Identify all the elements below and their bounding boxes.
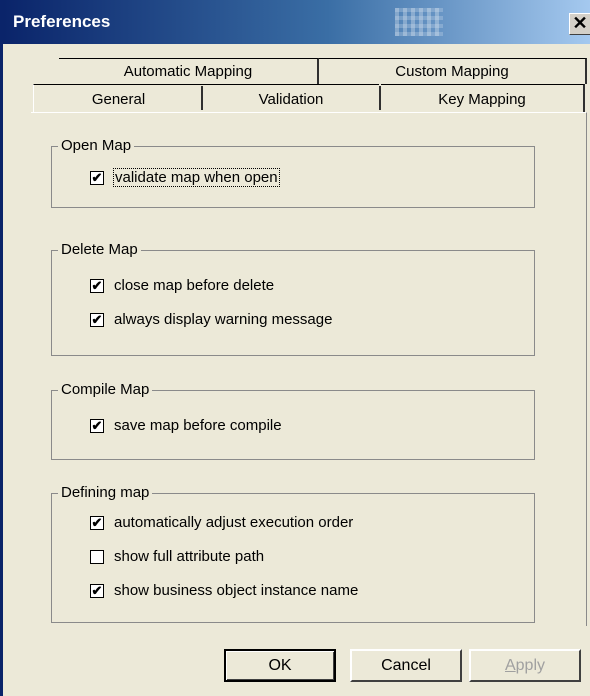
group-title: Compile Map — [58, 381, 153, 398]
group-title: Open Map — [58, 137, 135, 154]
warning-message-checkbox[interactable]: ✔ — [90, 313, 104, 327]
check-icon: ✔ — [91, 170, 103, 185]
adjust-execution-order-checkbox[interactable]: ✔ — [90, 516, 104, 530]
check-icon: ✔ — [91, 583, 103, 598]
tab-validation[interactable]: Validation — [203, 84, 379, 112]
title-bar[interactable]: Preferences ✕ — [3, 0, 590, 44]
check-icon: ✔ — [91, 312, 103, 327]
ok-button[interactable]: OK — [224, 649, 336, 682]
group-defining-map: Defining map ✔ automatically adjust exec… — [51, 484, 535, 623]
close-map-checkbox[interactable]: ✔ — [90, 279, 104, 293]
validate-map-checkbox[interactable]: ✔ — [90, 171, 104, 185]
close-button[interactable]: ✕ — [569, 13, 590, 35]
check-icon: ✔ — [91, 515, 103, 530]
group-title: Defining map — [58, 484, 153, 501]
title-decoration — [395, 8, 443, 36]
checkbox-label: always display warning message — [114, 311, 333, 328]
checkbox-label: save map before compile — [114, 417, 282, 434]
check-icon: ✔ — [91, 418, 103, 433]
apply-button[interactable]: Apply — [469, 649, 581, 682]
preferences-dialog: Preferences ✕ Automatic Mapping Custom M… — [0, 0, 590, 696]
instance-name-checkbox[interactable]: ✔ — [90, 584, 104, 598]
apply-label-rest: pply — [515, 657, 546, 674]
cancel-button[interactable]: Cancel — [350, 649, 462, 682]
checkbox-label: validate map when open — [113, 168, 280, 187]
checkbox-label: automatically adjust execution order — [114, 514, 354, 531]
group-open-map: Open Map ✔ validate map when open — [51, 137, 535, 208]
group-compile-map: Compile Map ✔ save map before compile — [51, 381, 535, 460]
tab-custom-mapping[interactable]: Custom Mapping — [319, 58, 587, 84]
tab-key-mapping[interactable]: Key Mapping — [381, 84, 585, 112]
window-title: Preferences — [13, 12, 111, 31]
group-delete-map: Delete Map ✔ close map before delete ✔ a… — [51, 241, 535, 356]
tab-automatic-mapping[interactable]: Automatic Mapping — [59, 58, 319, 84]
group-title: Delete Map — [58, 241, 141, 258]
checkbox-label: show business object instance name — [114, 582, 359, 599]
checkbox-label: show full attribute path — [114, 548, 265, 565]
full-attribute-path-checkbox[interactable] — [90, 550, 104, 564]
tab-general[interactable]: General — [33, 84, 203, 112]
checkbox-label: close map before delete — [114, 277, 275, 294]
save-map-checkbox[interactable]: ✔ — [90, 419, 104, 433]
check-icon: ✔ — [91, 278, 103, 293]
apply-mnemonic: A — [504, 657, 516, 674]
